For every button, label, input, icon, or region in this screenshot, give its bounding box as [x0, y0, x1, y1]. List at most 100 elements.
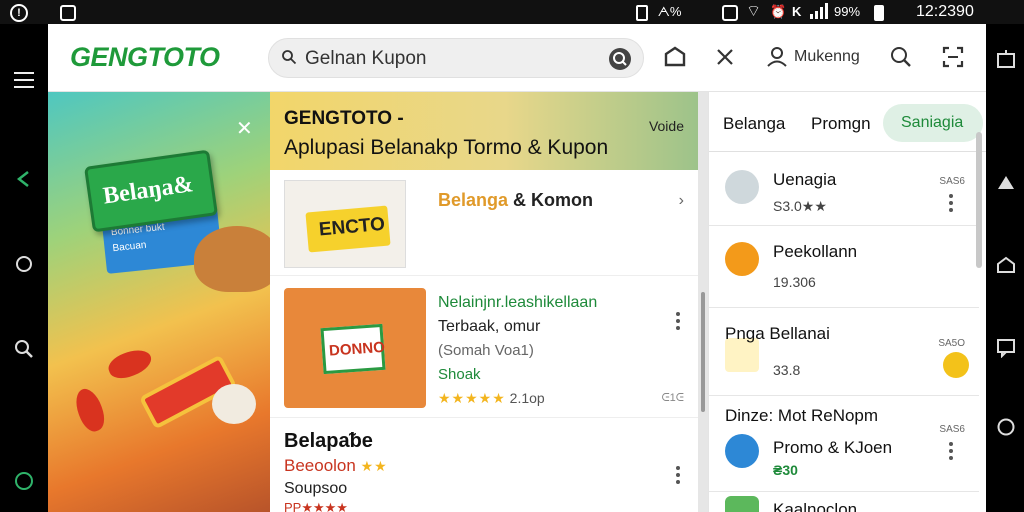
item-subtitle: Terbaak, omur: [438, 318, 541, 335]
list-item[interactable]: Dinze: Mot ReNopm Promo & KJoen ₴30 SAS6: [709, 396, 979, 492]
more-options-icon[interactable]: [674, 466, 682, 486]
search-bar[interactable]: [268, 38, 644, 78]
promo-banner[interactable]: ✕ Bonner bukt Bacuan Belaŋa&: [48, 92, 270, 512]
sign-image: DONNO: [320, 323, 386, 375]
chili-image: [71, 385, 109, 435]
list-item[interactable]: Kaalnoclon: [709, 492, 979, 512]
list-item[interactable]: Uenagia S3.0★★ SAS6: [709, 152, 979, 226]
list-subtitle: Aplupasi Belanakp Tormo & Kupon: [284, 136, 609, 159]
search-icon: [282, 50, 297, 65]
star-rating-icon: ★★★★★: [438, 390, 506, 406]
item-thumbnail: ENCTO: [284, 180, 406, 268]
green-app-icon: [725, 496, 759, 512]
item-name: Pnga Bellanai: [725, 324, 830, 343]
image-icon: [60, 3, 76, 21]
nfc-icon: [722, 3, 738, 21]
right-navigation-bar: [986, 24, 1024, 512]
ticket-image: ENCTO: [305, 205, 391, 253]
account-label[interactable]: Mukenng: [794, 48, 860, 66]
item-detail: Soupsoo: [284, 480, 348, 497]
item-tag: SAS6: [939, 176, 965, 187]
lens-icon[interactable]: [609, 48, 631, 70]
signal-icon: [810, 3, 830, 24]
green-circle-icon[interactable]: [12, 470, 36, 494]
list-scrollbar[interactable]: [698, 92, 708, 512]
item-detail: (Somah Voa1): [438, 342, 534, 359]
promo-icon: [725, 434, 759, 468]
orange-badge-icon: [725, 242, 759, 276]
battery-icon: [874, 3, 884, 21]
category-panel: Belanga Promgn Saniagia Uenagia S3.0★★ S…: [708, 92, 986, 512]
item-name: Kaalnoclon: [773, 500, 858, 512]
tab-belanga[interactable]: Belanga: [723, 114, 785, 134]
alert-icon: !: [10, 3, 28, 22]
section-label: Dinze: Mot ReNopm: [725, 406, 879, 425]
tab-saniagia[interactable]: Saniagia: [883, 104, 983, 142]
more-options-icon[interactable]: [947, 442, 955, 462]
list-item[interactable]: Belapaᵬe Beeoolon ★★ Soupsoo PP★★★★: [270, 420, 698, 512]
account-icon[interactable]: [764, 44, 792, 72]
item-title: Belapaᵬe: [284, 430, 373, 452]
more-options-icon[interactable]: [947, 194, 955, 214]
up-arrow-icon[interactable]: [994, 172, 1018, 196]
battery-percent: 99%: [834, 4, 861, 19]
item-meta: S3.0★★: [773, 198, 827, 214]
sun-icon: [943, 352, 969, 378]
screen: ! ᗅ% ⌔ ⏰ K 99% 12:2390 GENGTOTO Gelnan K…: [0, 0, 1024, 512]
item-thumbnail: DONNO: [284, 288, 426, 408]
item-meta: 19.306: [773, 274, 816, 290]
app-header: GENGTOTO Mukenng: [48, 24, 986, 92]
view-link[interactable]: Voide: [649, 118, 684, 134]
search-icon[interactable]: [12, 338, 36, 362]
list-title: GENGTOTO -: [284, 108, 404, 129]
tab-promgn[interactable]: Promgn: [811, 114, 871, 134]
item-rating: ★★★★★ 2.1op: [438, 390, 545, 406]
item-rating: PP★★★★: [284, 500, 348, 512]
sandwich-image: [194, 226, 270, 292]
recent-apps-icon[interactable]: [994, 48, 1018, 72]
download-icon: [725, 170, 759, 204]
chili-image: [105, 345, 155, 383]
chevron-right-icon[interactable]: ›: [679, 192, 684, 210]
item-tag: SAS6: [939, 424, 965, 435]
wifi-icon: ⌔: [746, 3, 762, 20]
panel-scrollbar[interactable]: [976, 132, 982, 268]
message-icon[interactable]: [994, 336, 1018, 360]
product-list: GENGTOTO - Aplupasi Belanakp Tormo & Kup…: [270, 92, 698, 512]
banner-sign-text: Belaŋa&: [101, 171, 195, 210]
list-header: GENGTOTO - Aplupasi Belanakp Tormo & Kup…: [270, 92, 698, 170]
alarm-icon: ⏰: [770, 4, 787, 19]
list-item[interactable]: ENCTO Belanga & Komon ›: [270, 170, 698, 276]
store-icon[interactable]: [662, 44, 690, 72]
search-input[interactable]: [305, 47, 595, 71]
star-rating-icon: ★★: [360, 458, 388, 474]
left-navigation-bar: [0, 24, 48, 512]
menu-icon[interactable]: [14, 72, 34, 88]
app-logo[interactable]: GENGTOTO: [70, 42, 220, 73]
circle-icon[interactable]: [994, 416, 1018, 440]
item-name: Peekollann: [773, 242, 858, 261]
item-meta: ₴30: [773, 462, 798, 478]
item-count: ᕮ1ᕮ: [661, 392, 685, 404]
more-options-icon[interactable]: [674, 312, 682, 332]
home-icon[interactable]: [994, 254, 1018, 278]
tab-bar: Belanga Promgn Saniagia: [709, 92, 986, 152]
status-bar: ! ᗅ% ⌔ ⏰ K 99% 12:2390: [0, 0, 1024, 24]
close-icon[interactable]: [712, 44, 740, 72]
battery-saver-icon: ᗅ%: [636, 3, 681, 21]
item-store: Shoak: [438, 366, 481, 383]
list-item[interactable]: Peekollann 19.306: [709, 226, 979, 308]
list-item[interactable]: Pnga Bellanai 33.8 SA5O: [709, 308, 979, 396]
item-title: Belanga & Komon: [438, 190, 594, 210]
scan-icon[interactable]: [940, 44, 968, 72]
header-search-icon[interactable]: [888, 44, 916, 72]
item-tag: SA5O: [938, 338, 965, 349]
banner-card-line: Bacuan: [112, 239, 147, 255]
back-icon[interactable]: [12, 168, 36, 192]
item-name: Uenagia: [773, 170, 837, 189]
list-item[interactable]: DONNO Nelainjnr.leashikellaan Terbaak, o…: [270, 278, 698, 418]
banner-close-icon[interactable]: ✕: [236, 116, 253, 141]
app-window: GENGTOTO Mukenng: [48, 24, 986, 512]
item-name: Promo & KJoen: [773, 438, 893, 457]
home-circle-icon[interactable]: [12, 254, 36, 278]
